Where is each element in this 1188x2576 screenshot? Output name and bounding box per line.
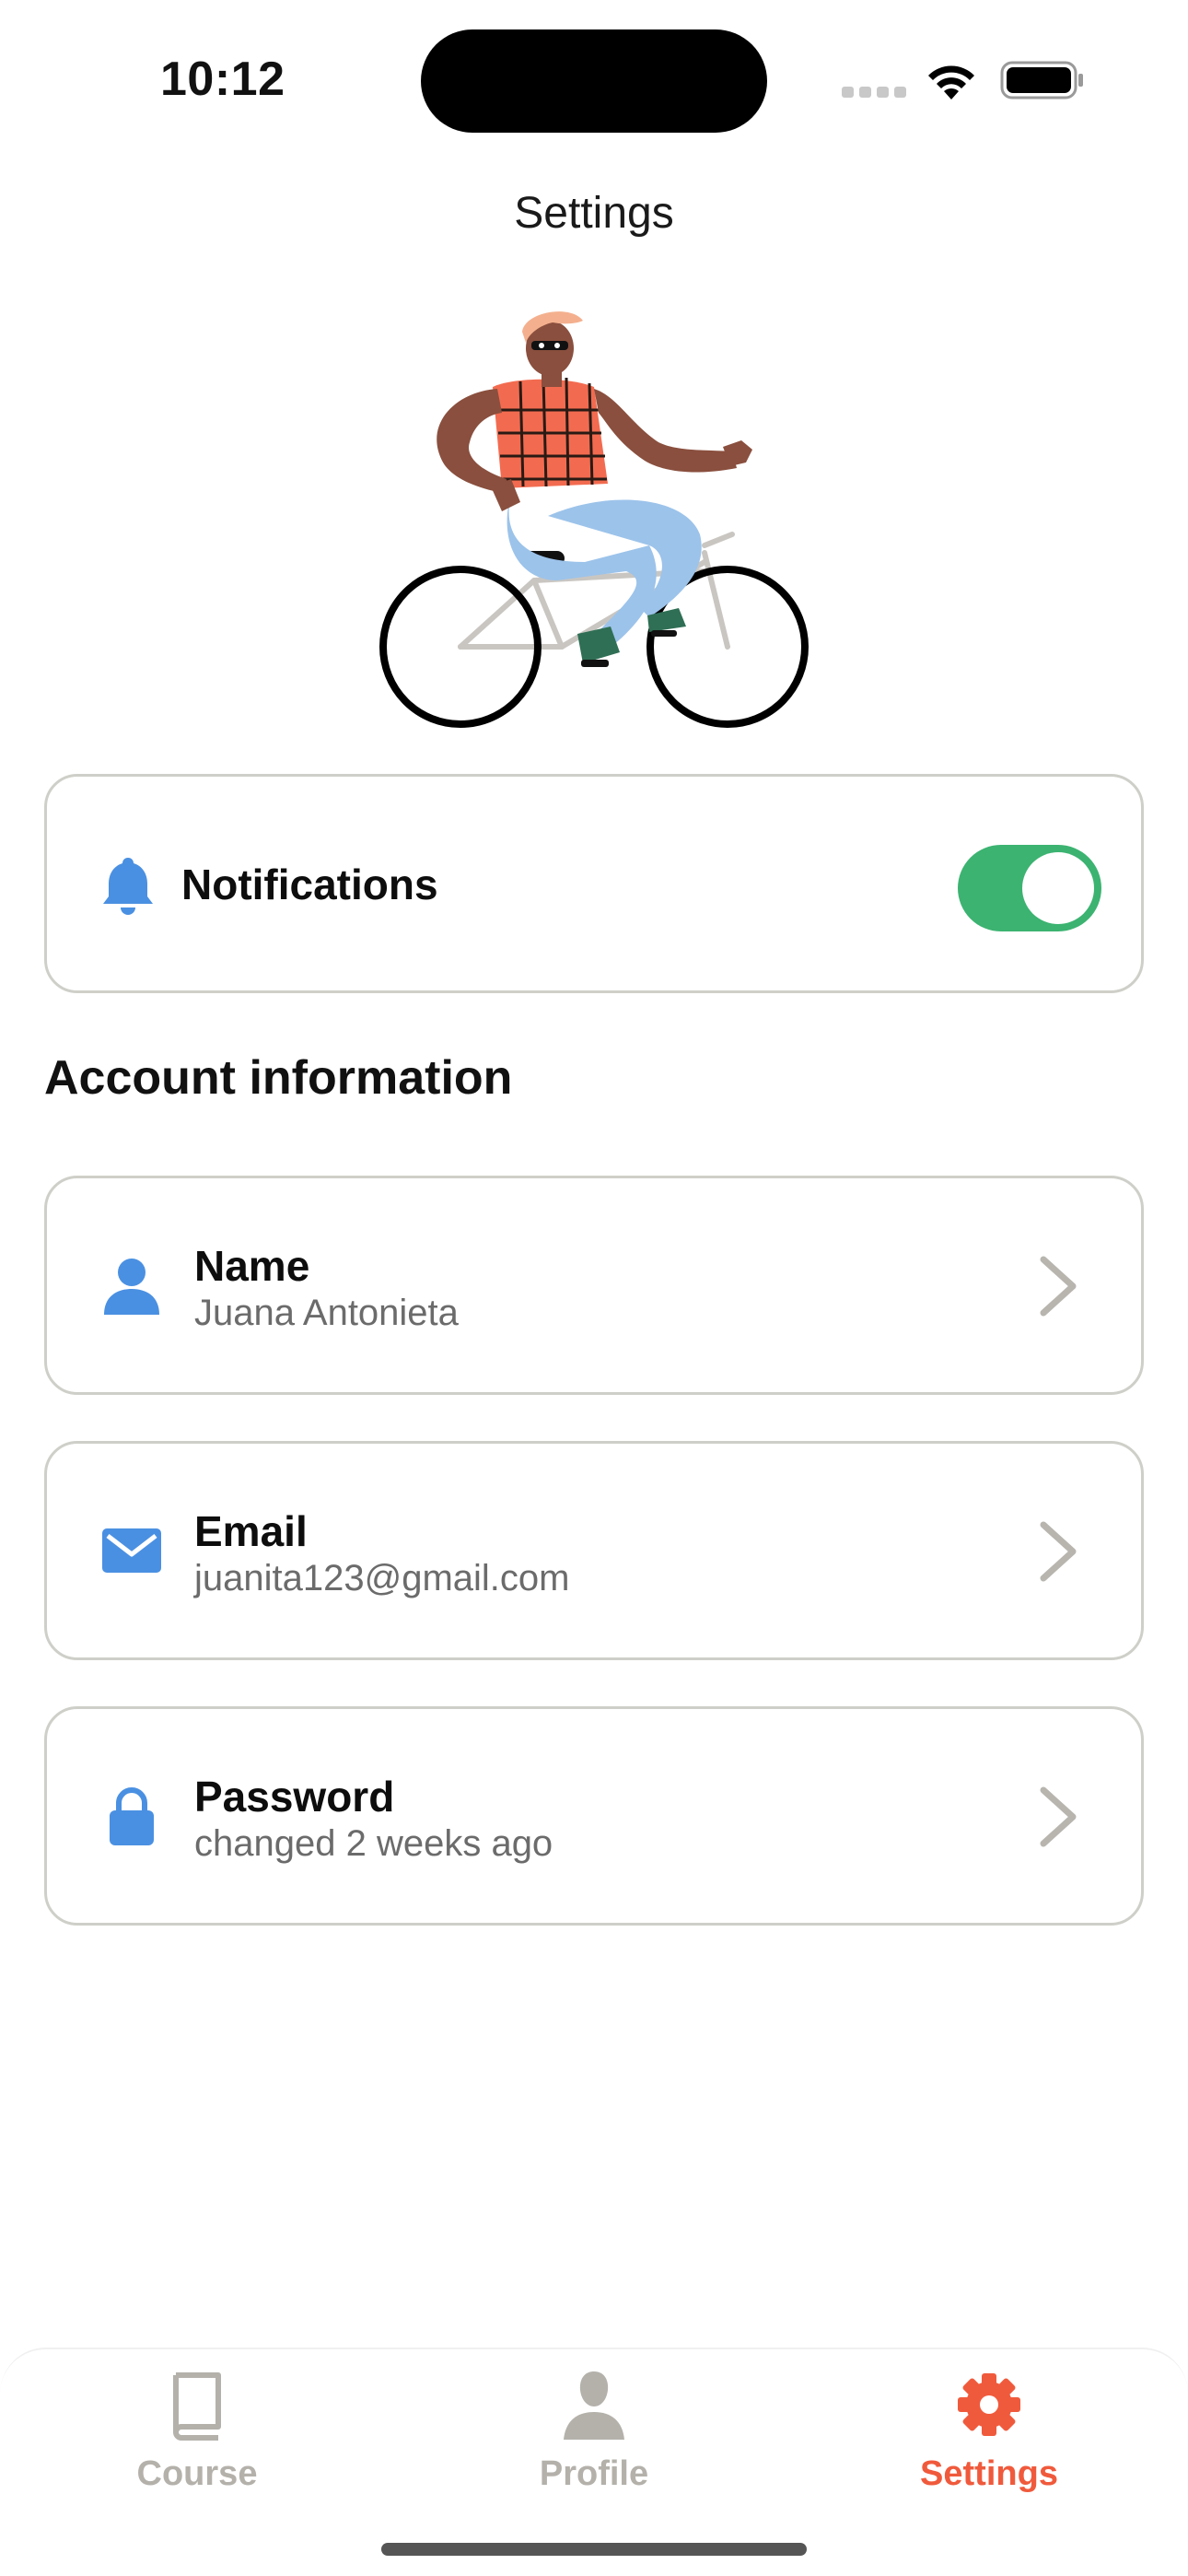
password-label: Password (194, 1773, 395, 1821)
email-value: juanita123@gmail.com (194, 1558, 570, 1598)
name-value: Juana Antonieta (194, 1293, 459, 1333)
chevron-right-icon (1040, 1786, 1077, 1847)
account-name-row[interactable]: Name Juana Antonieta (44, 1176, 1144, 1395)
tab-profile[interactable]: Profile (474, 2368, 714, 2506)
gear-icon (958, 2373, 1020, 2436)
cyclist-illustration (379, 311, 809, 728)
page-title: Settings (514, 189, 674, 238)
tab-bar: Course Profile Settings (0, 2348, 1188, 2576)
notifications-card: Notifications (44, 774, 1144, 993)
mail-icon (102, 1528, 161, 1573)
notifications-toggle[interactable] (958, 845, 1101, 931)
account-section-title: Account information (44, 1051, 513, 1105)
toggle-knob (1022, 852, 1094, 924)
email-label: Email (194, 1507, 308, 1555)
account-email-row[interactable]: Email juanita123@gmail.com (44, 1441, 1144, 1660)
password-value: changed 2 weeks ago (194, 1823, 553, 1864)
status-time: 10:12 (160, 53, 285, 106)
book-icon (173, 2372, 221, 2441)
tab-profile-label: Profile (539, 2454, 649, 2493)
chevron-right-icon (1040, 1256, 1077, 1317)
home-indicator (381, 2543, 807, 2556)
lock-icon (110, 1787, 154, 1845)
tab-course[interactable]: Course (77, 2368, 317, 2506)
person-icon (564, 2371, 624, 2440)
wifi-icon (928, 65, 974, 100)
notifications-label: Notifications (181, 861, 438, 908)
chevron-right-icon (1040, 1521, 1077, 1582)
bell-icon (103, 858, 153, 915)
account-password-row[interactable]: Password changed 2 weeks ago (44, 1706, 1144, 1926)
tab-course-label: Course (136, 2454, 258, 2493)
cellular-signal-icon (842, 87, 906, 98)
tab-settings-label: Settings (920, 2454, 1058, 2493)
name-label: Name (194, 1242, 310, 1290)
status-bar: 10:12 (0, 0, 1188, 138)
person-icon (104, 1259, 159, 1315)
tab-settings[interactable]: Settings (869, 2368, 1109, 2506)
battery-icon (1000, 61, 1083, 100)
dynamic-island (421, 29, 767, 133)
